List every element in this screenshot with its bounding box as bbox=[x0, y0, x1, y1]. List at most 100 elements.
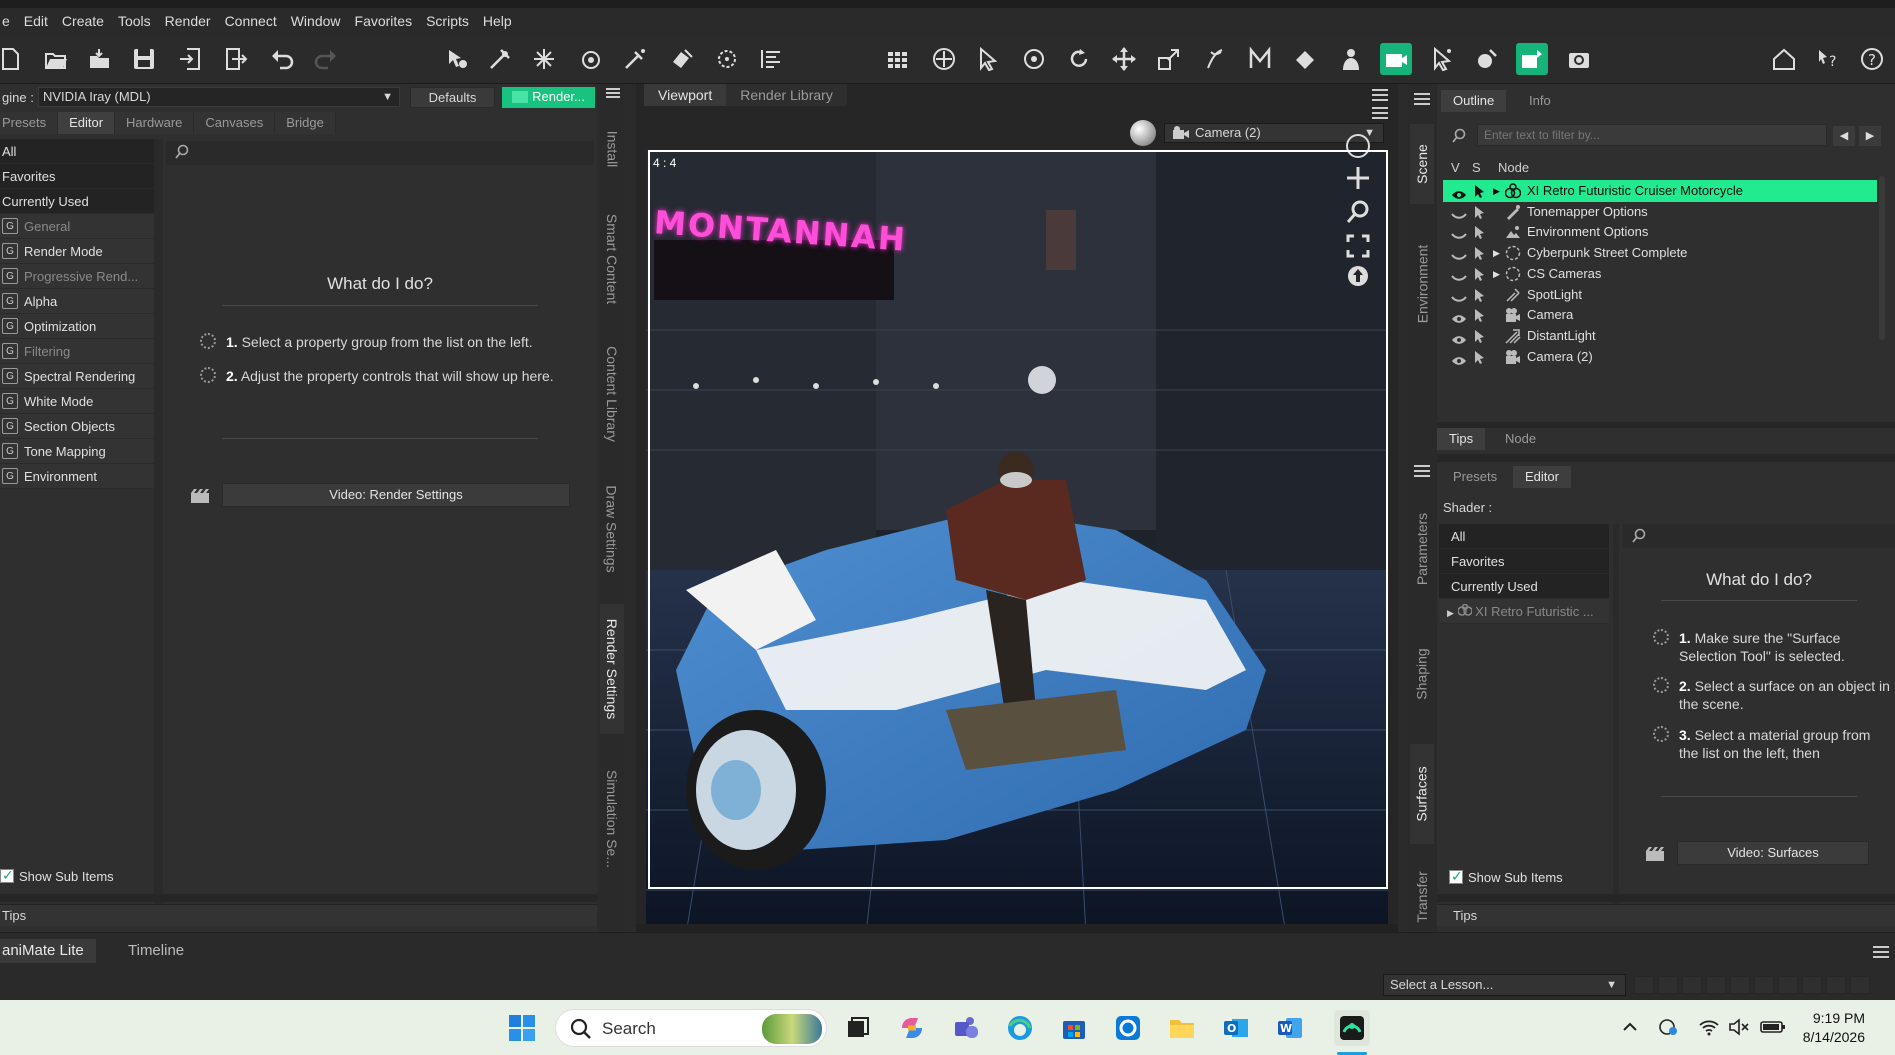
expand-arrow-icon[interactable]: ▶ bbox=[1493, 263, 1500, 285]
selectable-arrow-icon[interactable] bbox=[1473, 183, 1487, 198]
visibility-eye-icon[interactable] bbox=[1451, 226, 1467, 240]
file-explorer-icon[interactable] bbox=[1164, 1010, 1200, 1046]
import-icon[interactable] bbox=[175, 43, 207, 75]
render-mode-icon[interactable] bbox=[1289, 43, 1321, 75]
tab-presets[interactable]: Presets bbox=[1441, 466, 1509, 488]
group-white-mode[interactable]: G White Mode bbox=[0, 389, 154, 414]
selectable-arrow-icon[interactable] bbox=[1473, 307, 1487, 323]
vtab-transfer[interactable]: Transfer bbox=[1410, 864, 1434, 930]
selectable-arrow-icon[interactable] bbox=[1473, 204, 1487, 219]
tips-bar[interactable]: Tips bbox=[0, 904, 597, 926]
group-currently-used[interactable]: Currently Used bbox=[0, 189, 154, 214]
scene-node-row[interactable]: ▶ Cyberpunk Street Complete bbox=[1443, 242, 1877, 264]
group-section-objects[interactable]: G Section Objects bbox=[0, 414, 154, 439]
tab-viewport[interactable]: Viewport bbox=[644, 84, 727, 106]
menu-favorites[interactable]: Favorites bbox=[348, 13, 420, 29]
list-splitter[interactable] bbox=[1613, 524, 1619, 924]
chevron-up-icon[interactable] bbox=[1620, 1017, 1640, 1037]
group-render-mode[interactable]: G Render Mode bbox=[0, 239, 154, 264]
vtab-shaping[interactable]: Shaping bbox=[1410, 624, 1434, 724]
open-icon[interactable] bbox=[40, 43, 72, 75]
checkbox[interactable] bbox=[0, 867, 14, 884]
visibility-eye-icon[interactable] bbox=[1451, 206, 1467, 219]
whats-this-icon[interactable]: ? bbox=[1812, 43, 1844, 75]
splitter[interactable] bbox=[636, 924, 1398, 932]
group-progressive-rendering[interactable]: G Progressive Rend... bbox=[0, 264, 154, 289]
surface-figure-item[interactable]: ▶ XI Retro Futuristic ... bbox=[1439, 599, 1609, 624]
group-general[interactable]: G General bbox=[0, 214, 154, 239]
video-surfaces-button[interactable]: Video: Surfaces bbox=[1677, 841, 1869, 865]
scene-filter-input[interactable]: Enter text to filter by... bbox=[1477, 124, 1827, 146]
node-select-icon[interactable] bbox=[440, 43, 472, 75]
rotate-icon[interactable] bbox=[1063, 43, 1095, 75]
panel-menu-icon[interactable] bbox=[1873, 945, 1889, 962]
vtab-surfaces[interactable]: Surfaces bbox=[1410, 744, 1434, 844]
iray-preview-icon[interactable] bbox=[1471, 43, 1503, 75]
taskbar-search[interactable]: Search bbox=[555, 1009, 827, 1047]
visibility-eye-icon[interactable] bbox=[1451, 185, 1467, 199]
daz-studio-icon[interactable] bbox=[1334, 1010, 1370, 1046]
word-icon[interactable]: W bbox=[1272, 1010, 1308, 1046]
morph-icon[interactable] bbox=[1244, 43, 1276, 75]
menu-tools[interactable]: Tools bbox=[111, 13, 158, 29]
onedrive-icon[interactable] bbox=[1658, 1017, 1678, 1037]
scene-node-row[interactable]: Camera bbox=[1443, 304, 1877, 326]
vtab-install[interactable]: Install bbox=[600, 114, 624, 184]
render-button[interactable]: Render... bbox=[502, 87, 595, 108]
panel-menu-icon[interactable] bbox=[1372, 88, 1388, 105]
edge-icon[interactable] bbox=[1002, 1010, 1038, 1046]
vtab-smart-content[interactable]: Smart Content bbox=[600, 204, 624, 314]
visibility-eye-icon[interactable] bbox=[1451, 247, 1467, 260]
lesson-step-button[interactable] bbox=[1778, 976, 1798, 994]
geometry-editor-icon[interactable] bbox=[711, 43, 743, 75]
render-camera-active-icon[interactable] bbox=[1380, 43, 1412, 75]
lesson-step-button[interactable] bbox=[1706, 976, 1726, 994]
vtab-draw-settings[interactable]: Draw Settings bbox=[600, 474, 624, 584]
draw-style-sphere-icon[interactable] bbox=[1130, 120, 1156, 146]
menu-file[interactable]: e bbox=[0, 13, 17, 29]
tab-timeline[interactable]: Timeline bbox=[116, 939, 196, 963]
group-favorites[interactable]: Favorites bbox=[0, 164, 154, 189]
scene-node-row[interactable]: ▶ XI Retro Futuristic Cruiser Motorcycle bbox=[1443, 180, 1877, 202]
property-filter[interactable] bbox=[166, 141, 594, 165]
region-nav-icon[interactable] bbox=[575, 43, 607, 75]
menu-help[interactable]: Help bbox=[476, 13, 519, 29]
figure-tool-icon[interactable] bbox=[1335, 43, 1367, 75]
expand-arrow-icon[interactable]: ▶ bbox=[1493, 242, 1500, 264]
clock[interactable]: 9:19 PM 8/14/2026 bbox=[1803, 1009, 1865, 1047]
scene-node-row[interactable]: Tonemapper Options bbox=[1443, 201, 1877, 223]
new-icon[interactable] bbox=[0, 43, 26, 75]
selectable-arrow-icon[interactable] bbox=[1473, 287, 1487, 302]
home-icon[interactable] bbox=[1768, 43, 1800, 75]
task-view-icon[interactable] bbox=[840, 1010, 876, 1046]
teams-icon[interactable] bbox=[948, 1010, 984, 1046]
tab-presets[interactable]: Presets bbox=[0, 112, 59, 134]
lesson-step-button[interactable] bbox=[1826, 976, 1846, 994]
lesson-step-button[interactable] bbox=[1682, 976, 1702, 994]
visibility-eye-icon[interactable] bbox=[1451, 330, 1467, 344]
group-spectral-rendering[interactable]: G Spectral Rendering bbox=[0, 364, 154, 389]
save-icon[interactable] bbox=[128, 43, 160, 75]
expand-arrow-icon[interactable]: ▶ bbox=[1493, 180, 1500, 202]
group-environment[interactable]: G Environment bbox=[0, 464, 154, 489]
show-sub-items-checkbox[interactable]: Show Sub Items bbox=[0, 867, 114, 884]
selectable-arrow-icon[interactable] bbox=[1473, 266, 1487, 281]
menu-create[interactable]: Create bbox=[55, 13, 111, 29]
lesson-step-button[interactable] bbox=[1850, 976, 1870, 994]
video-render-settings-button[interactable]: Video: Render Settings bbox=[222, 483, 570, 507]
panel-menu-icon[interactable] bbox=[606, 88, 620, 100]
expand-arrow-icon[interactable]: ▶ bbox=[1447, 608, 1454, 618]
visibility-eye-icon[interactable] bbox=[1451, 351, 1467, 365]
pose-transform-icon[interactable] bbox=[1018, 43, 1050, 75]
pose-tool-icon[interactable] bbox=[484, 43, 516, 75]
group-alpha[interactable]: G Alpha bbox=[0, 289, 154, 314]
show-sub-items-checkbox[interactable]: Show Sub Items bbox=[1449, 868, 1563, 885]
visibility-eye-icon[interactable] bbox=[1451, 268, 1467, 281]
splitter[interactable] bbox=[1437, 454, 1895, 462]
help-icon[interactable]: ? bbox=[1856, 43, 1888, 75]
splitter[interactable] bbox=[0, 894, 597, 902]
app-blue-icon[interactable] bbox=[1110, 1010, 1146, 1046]
tab-editor[interactable]: Editor bbox=[1513, 466, 1571, 488]
vtab-content-library[interactable]: Content Library bbox=[600, 334, 624, 454]
menu-scripts[interactable]: Scripts bbox=[419, 13, 476, 29]
